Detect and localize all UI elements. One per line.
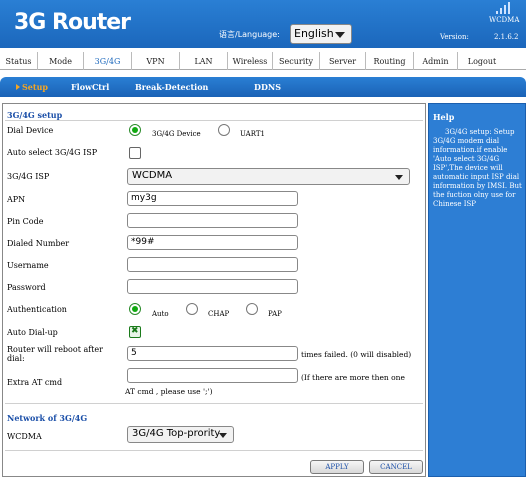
apply-button[interactable]: APPLY <box>310 460 364 474</box>
auth-chap-radio[interactable] <box>186 303 198 315</box>
sub-nav: Setup FlowCtrl Break-Detection DDNS <box>0 77 526 97</box>
header-bar: 3G Router 语言/Language: English WCDMA Ver… <box>0 0 526 48</box>
chevron-down-icon <box>395 175 403 180</box>
version-label: Version: <box>440 33 469 41</box>
language-select[interactable]: English <box>290 24 352 44</box>
reboot-suffix: times failed. (0 will disabled) <box>301 350 412 359</box>
dial-device-uart1-radio[interactable] <box>218 124 230 136</box>
auth-chap-label: CHAP <box>208 310 230 318</box>
signal-strength-icon <box>496 2 516 14</box>
divider <box>5 120 423 121</box>
divider <box>5 450 423 451</box>
version-value: 2.1.6.2 <box>494 33 519 41</box>
tab-wireless[interactable]: Wireless <box>228 52 273 70</box>
divider <box>5 403 423 404</box>
tab-mode[interactable]: Mode <box>38 52 84 70</box>
password-input[interactable] <box>127 279 298 294</box>
auth-auto-label: Auto <box>152 310 169 318</box>
tab-3g4g[interactable]: 3G/4G <box>84 52 132 70</box>
section-title-setup: 3G/4G setup <box>7 110 63 120</box>
chevron-down-icon <box>335 32 345 38</box>
router-logo: 3G Router <box>14 10 131 35</box>
language-label: 语言/Language: <box>219 30 280 39</box>
password-label: Password <box>7 283 46 292</box>
wcdma-priority-select[interactable]: 3G/4G Top-prority <box>127 426 234 443</box>
dial-device-uart1-label: UART1 <box>240 130 266 138</box>
reboot-label-line2: dial: <box>7 354 25 363</box>
dial-device-label: Dial Device <box>7 126 54 135</box>
auth-pap-radio[interactable] <box>246 303 258 315</box>
reboot-count-input[interactable]: 5 <box>127 346 298 361</box>
isp-select-value: WCDMA <box>132 170 173 181</box>
auto-isp-label: Auto select 3G/4G ISP <box>7 148 98 157</box>
authentication-label: Authentication <box>7 305 67 314</box>
top-nav: Status Mode 3G/4G VPN LAN Wireless Secur… <box>0 52 526 70</box>
chevron-down-icon <box>219 433 227 438</box>
auto-isp-checkbox[interactable] <box>129 147 141 159</box>
apn-input[interactable]: my3g <box>127 191 298 206</box>
tab-server[interactable]: Server <box>320 52 366 70</box>
subtab-break-detection[interactable]: Break-Detection <box>135 82 208 92</box>
help-body: 3G/4G setup: Setup 3G/4G modem dial info… <box>433 128 522 208</box>
dial-device-3g4g-radio[interactable] <box>129 124 141 136</box>
dial-device-3g4g-label: 3G/4G Device <box>152 130 201 138</box>
tab-security[interactable]: Security <box>273 52 320 70</box>
extra-at-input[interactable] <box>127 368 298 383</box>
language-select-value: English <box>294 27 334 40</box>
auth-auto-radio[interactable] <box>129 303 141 315</box>
pin-input[interactable] <box>127 213 298 228</box>
section-title-network: Network of 3G/4G <box>7 413 88 423</box>
help-panel: Help 3G/4G setup: Setup 3G/4G modem dial… <box>428 103 526 477</box>
cancel-button[interactable]: CANCEL <box>369 460 423 474</box>
apn-label: APN <box>7 195 26 204</box>
reboot-label-line1: Router will reboot after <box>7 345 103 354</box>
tab-status[interactable]: Status <box>0 52 38 70</box>
auth-pap-label: PAP <box>268 310 282 318</box>
arrow-right-icon <box>16 84 20 90</box>
tab-admin[interactable]: Admin <box>414 52 458 70</box>
auto-dialup-checkbox[interactable] <box>129 326 141 338</box>
tab-vpn[interactable]: VPN <box>132 52 180 70</box>
setup-form: 3G/4G setup Dial Device 3G/4G Device UAR… <box>2 103 426 477</box>
subtab-flowctrl[interactable]: FlowCtrl <box>71 82 109 92</box>
dialed-number-input[interactable]: *99# <box>127 235 298 250</box>
wcdma-priority-value: 3G/4G Top-prority <box>132 428 221 439</box>
tab-routing[interactable]: Routing <box>366 52 414 70</box>
subtab-setup[interactable]: Setup <box>22 82 48 92</box>
help-title: Help <box>433 112 455 122</box>
dialed-number-label: Dialed Number <box>7 239 70 248</box>
tab-lan[interactable]: LAN <box>180 52 228 70</box>
network-type: WCDMA <box>489 16 520 24</box>
tab-logout[interactable]: Logout <box>458 52 506 70</box>
wcdma-label: WCDMA <box>7 432 42 441</box>
extra-at-label: Extra AT cmd <box>7 378 63 387</box>
subtab-ddns[interactable]: DDNS <box>254 82 281 92</box>
pin-label: Pin Code <box>7 217 44 226</box>
username-label: Username <box>7 261 49 270</box>
isp-label: 3G/4G ISP <box>7 172 50 181</box>
extra-at-hint-line1: (If there are more then one <box>301 373 405 382</box>
isp-select[interactable]: WCDMA <box>127 168 410 185</box>
auto-dialup-label: Auto Dial-up <box>7 328 58 337</box>
extra-at-hint-line2: AT cmd , please use ';') <box>125 387 213 396</box>
username-input[interactable] <box>127 257 298 272</box>
